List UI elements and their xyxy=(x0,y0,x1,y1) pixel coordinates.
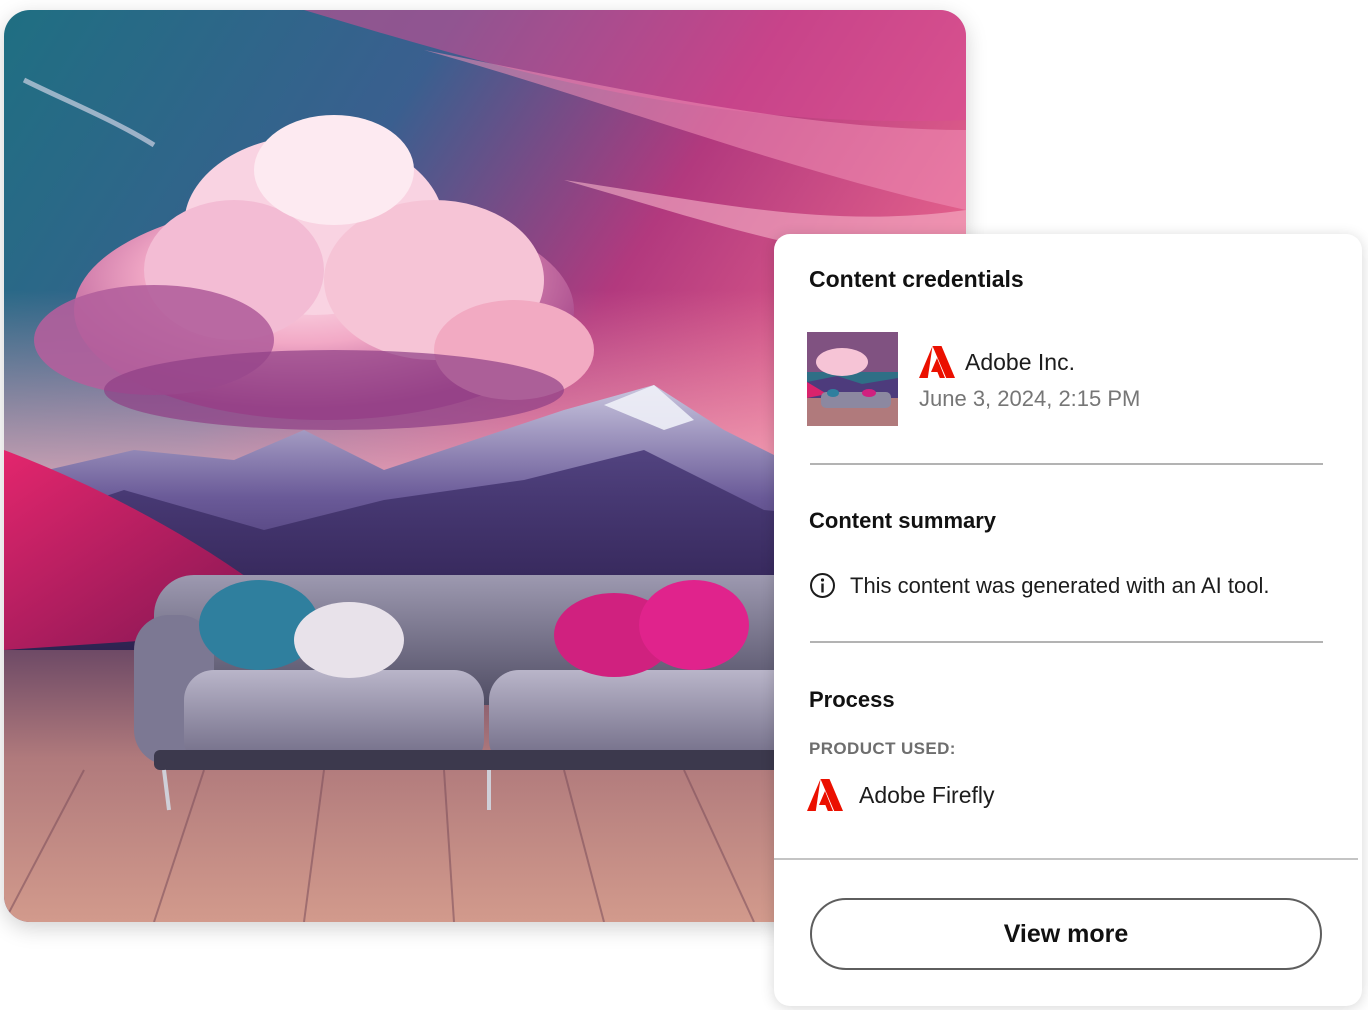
artwork-thumbnail xyxy=(807,332,898,426)
panel-title: Content credentials xyxy=(809,266,1024,292)
section-divider xyxy=(810,641,1323,643)
summary-text: This content was generated with an AI to… xyxy=(850,572,1270,598)
view-more-button[interactable]: View more xyxy=(810,898,1322,970)
adobe-logo-icon xyxy=(919,346,955,378)
section-divider xyxy=(810,463,1323,465)
product-used-label: PRODUCT USED: xyxy=(809,739,956,758)
issuer-row: Adobe Inc. xyxy=(919,346,1075,378)
stage: Content credentials Adobe Inc. June 3, 2… xyxy=(0,0,1368,1010)
content-credentials-panel: Content credentials Adobe Inc. June 3, 2… xyxy=(774,234,1362,1006)
process-title: Process xyxy=(809,687,895,712)
footer-divider xyxy=(774,858,1358,860)
adobe-logo-icon xyxy=(807,779,843,811)
summary-row: This content was generated with an AI to… xyxy=(809,572,1269,599)
issuer-name: Adobe Inc. xyxy=(965,348,1075,375)
content-summary-title: Content summary xyxy=(809,508,997,533)
info-icon xyxy=(810,573,835,598)
issue-date: June 3, 2024, 2:15 PM xyxy=(919,386,1141,411)
product-name: Adobe Firefly xyxy=(859,781,995,808)
thumbnail-illustration xyxy=(807,332,898,426)
product-row: Adobe Firefly xyxy=(807,779,995,811)
